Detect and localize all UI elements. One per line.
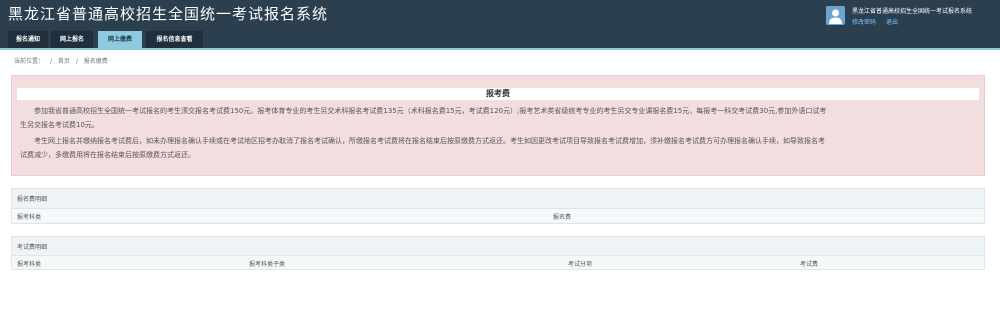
exam-fee-title: 考试费明细 — [17, 244, 48, 251]
column-header: 考试费 — [800, 261, 819, 268]
user-avatar-icon — [826, 6, 845, 25]
column-header: 报考科类 — [17, 261, 42, 268]
tab-online-payment[interactable]: 网上缴费 — [98, 31, 142, 48]
breadcrumb-separator: / — [49, 58, 52, 65]
fee-notice-title: 报考费 — [486, 89, 510, 98]
user-links: 修改密码 退出 — [852, 17, 906, 26]
registration-fee-title: 报名费明细 — [17, 196, 48, 203]
tab-online-registration[interactable]: 网上报名 — [51, 31, 93, 48]
top-header: 黑龙江省普通高校招生全国统一考试报名系统 黑龙江省普通高校招生全国统一考试报名系… — [0, 0, 1000, 48]
registration-fee-detail: 报名费明细 报考科类 报名费 — [11, 188, 985, 224]
tab-registration-notice[interactable]: 报名通知 — [8, 31, 48, 48]
registration-fee-header-row: 报考科类 报名费 — [12, 208, 984, 222]
column-header: 考试分项 — [568, 261, 593, 268]
fee-notice-line: 生另交报名考试费10元。 — [20, 121, 99, 129]
breadcrumb: 当前位置： / 首页 / 报名缴费 — [14, 56, 112, 65]
column-header: 报名费 — [553, 214, 572, 221]
fee-notice-title-bar: 报考费 — [17, 88, 979, 100]
logout-link[interactable]: 退出 — [886, 19, 898, 26]
fee-notice-line: 考生网上报名并缴纳报名考试费后，如未办理报名确认手续或在考试地区招考办取消了报名… — [34, 137, 825, 145]
app-title: 黑龙江省普通高校招生全国统一考试报名系统 — [8, 5, 329, 23]
column-header: 报考科类 — [17, 214, 42, 221]
nav-underline — [0, 48, 1000, 50]
change-password-link[interactable]: 修改密码 — [852, 19, 876, 26]
breadcrumb-prefix: 当前位置： — [14, 58, 45, 65]
breadcrumb-separator: / — [75, 58, 78, 65]
fee-notice-panel: 报考费 参加我省普通高校招生全国统一考试报名的考生须交报名考试费150元。报考体… — [11, 75, 985, 176]
column-header: 报考科类子类 — [249, 261, 286, 268]
exam-fee-header-row: 报考科类 报考科类子类 考试分项 考试费 — [12, 255, 984, 269]
fee-notice-line: 参加我省普通高校招生全国统一考试报名的考生须交报名考试费150元。报考体育专业的… — [34, 107, 827, 115]
exam-fee-detail: 考试费明细 报考科类 报考科类子类 考试分项 考试费 — [11, 236, 985, 270]
breadcrumb-current: 报名缴费 — [83, 58, 108, 65]
tab-registration-info[interactable]: 报名信息查看 — [146, 31, 203, 48]
user-system-name: 黑龙江省普通高校招生全国统一考试报名系统 — [852, 8, 973, 15]
breadcrumb-home[interactable]: 首页 — [58, 58, 70, 65]
fee-notice-line: 试费减少，多缴费用将在报名结束后按原缴费方式返还。 — [20, 151, 195, 159]
